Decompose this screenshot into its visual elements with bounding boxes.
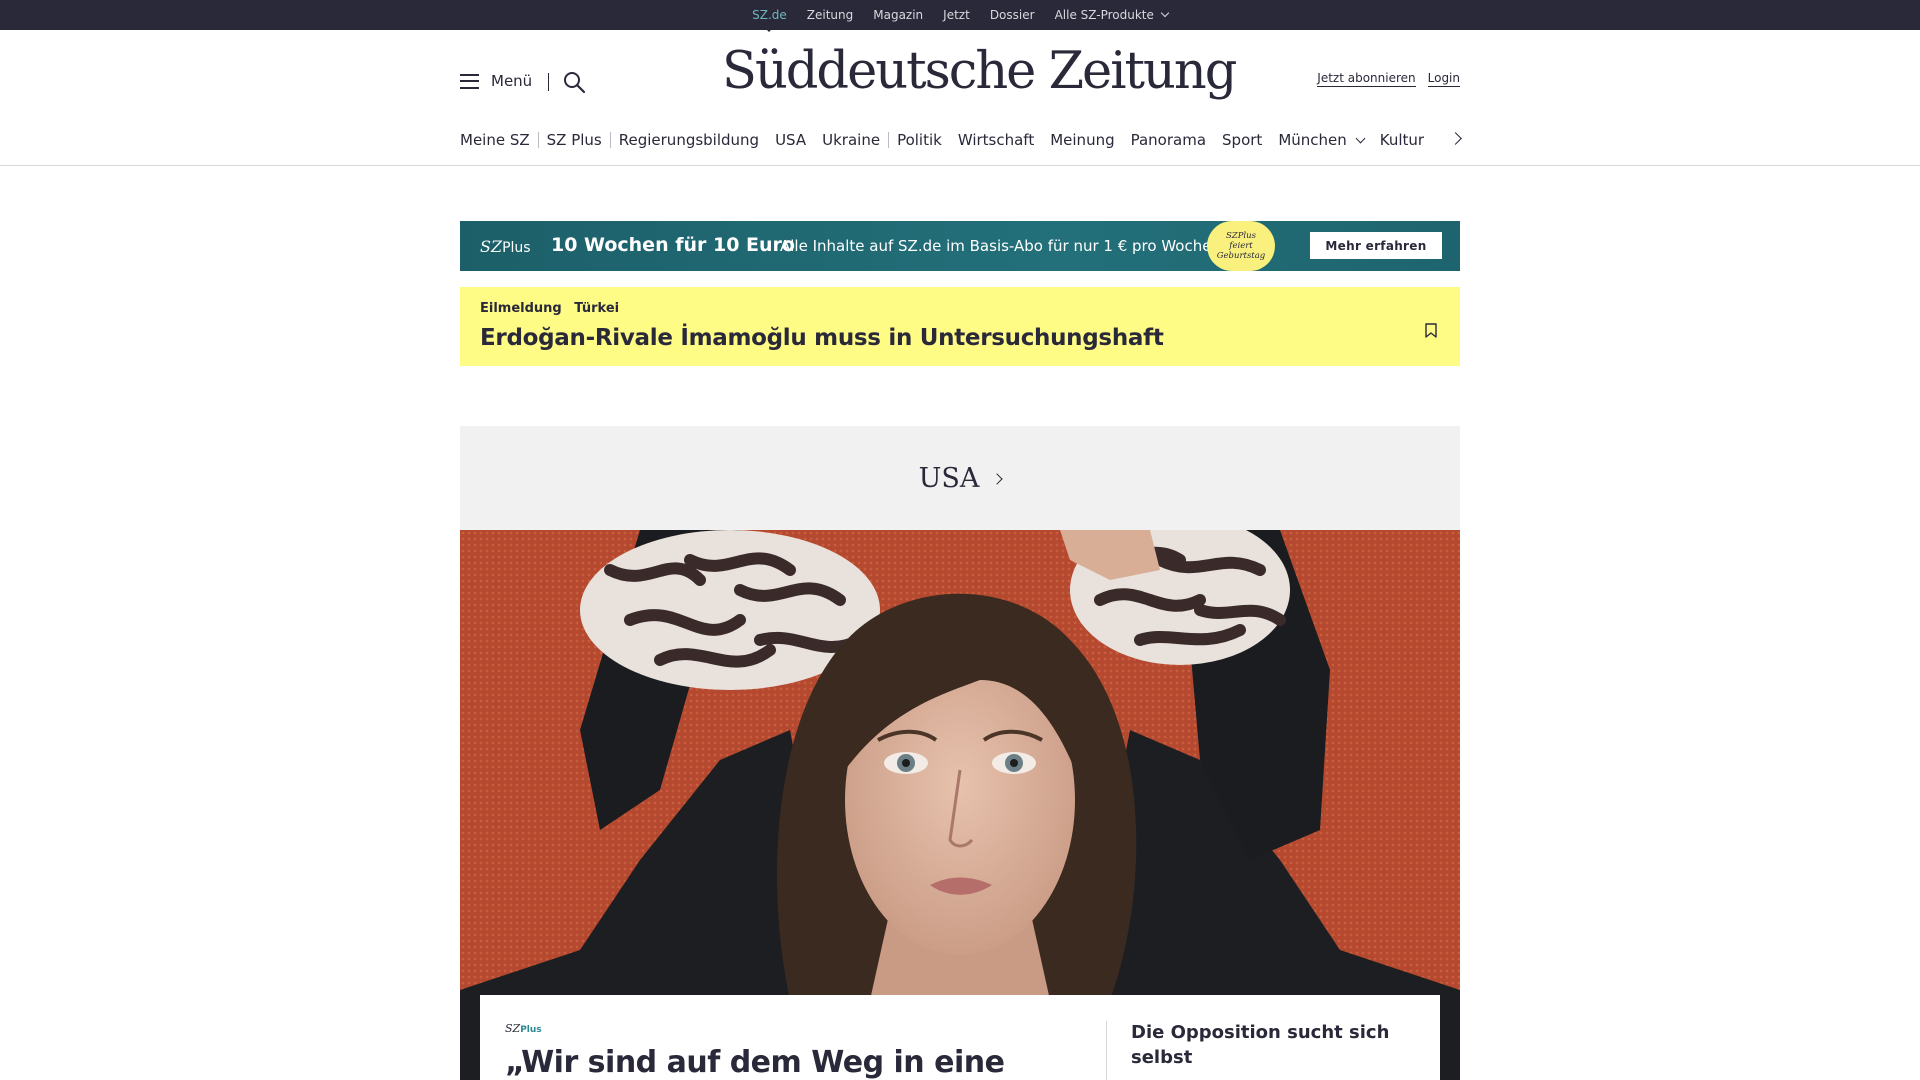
chevron-down-icon bbox=[1160, 8, 1170, 18]
menu-label: Menü bbox=[491, 72, 533, 90]
promo-banner[interactable]: SZPlus 10 Wochen für 10 Euro Alle Inhalt… bbox=[460, 221, 1460, 271]
section-header-usa[interactable]: USA bbox=[460, 426, 1460, 530]
mehr-erfahren-button[interactable]: Mehr erfahren bbox=[1310, 232, 1442, 259]
nav-item-sz-plus[interactable]: SZ Plus bbox=[547, 131, 602, 149]
article-teaser[interactable]: SZPlus „Wir sind auf dem Weg in eine Die… bbox=[480, 995, 1440, 1080]
teaser-headline[interactable]: „Wir sind auf dem Weg in eine bbox=[505, 1045, 1005, 1080]
chevron-right-icon bbox=[991, 473, 1004, 485]
nav-divider bbox=[609, 132, 611, 148]
site-logo[interactable]: Süddeutsche Zeitung bbox=[722, 42, 1237, 101]
breaking-topic: Türkei bbox=[574, 301, 620, 316]
nav-item-panorama[interactable]: Panorama bbox=[1131, 131, 1206, 149]
nav-item-politik[interactable]: Politik bbox=[897, 131, 942, 149]
nav-item-usa[interactable]: USA bbox=[775, 131, 806, 149]
sz-plus-logo-plus: Plus bbox=[502, 240, 531, 256]
product-link-zeitung[interactable]: Zeitung bbox=[807, 8, 853, 22]
nav-item-muenchen-label: München bbox=[1278, 131, 1347, 149]
sz-plus-label-plus: Plus bbox=[520, 1025, 542, 1035]
header-divider bbox=[548, 73, 549, 91]
product-link-dossier[interactable]: Dossier bbox=[990, 8, 1035, 22]
badge-line: feiert bbox=[1229, 241, 1253, 251]
nav-divider bbox=[888, 132, 890, 148]
nav-item-muenchen[interactable]: München bbox=[1278, 131, 1366, 149]
nav-item-wirtschaft[interactable]: Wirtschaft bbox=[958, 131, 1034, 149]
nav-item-sport[interactable]: Sport bbox=[1222, 131, 1262, 149]
sz-plus-logo-sz: SZ bbox=[480, 237, 503, 256]
sz-plus-logo: SZPlus bbox=[480, 237, 531, 256]
promo-text: Alle Inhalte auf SZ.de im Basis-Abo für … bbox=[780, 237, 1217, 255]
nav-divider bbox=[537, 132, 539, 148]
badge-line: Geburtstag bbox=[1216, 251, 1266, 261]
nav-item-meine-sz[interactable]: Meine SZ bbox=[460, 131, 530, 149]
breaking-label: Eilmeldung bbox=[480, 301, 562, 316]
bookmark-icon[interactable] bbox=[1425, 323, 1437, 338]
product-link-alle-produkte[interactable]: Alle SZ-Produkte bbox=[1054, 8, 1170, 22]
product-link-magazin[interactable]: Magazin bbox=[873, 8, 923, 22]
product-link-szde[interactable]: SZ.de bbox=[752, 8, 787, 32]
section-title: USA bbox=[918, 462, 980, 494]
menu-button[interactable]: Menü bbox=[460, 72, 532, 90]
nav-item-ukraine[interactable]: Ukraine bbox=[822, 131, 880, 149]
section-nav: Meine SZ SZ Plus Regierungsbildung USA U… bbox=[460, 128, 1460, 152]
product-link-alle-produkte-label: Alle SZ-Produkte bbox=[1054, 8, 1154, 22]
side-teaser-headline[interactable]: Die Opposition sucht sich selbst bbox=[1131, 1020, 1391, 1070]
nav-item-regierungsbildung[interactable]: Regierungsbildung bbox=[619, 131, 759, 149]
search-icon[interactable] bbox=[562, 70, 586, 94]
sz-plus-label: SZPlus bbox=[505, 1022, 542, 1035]
badge-line: SZPlus bbox=[1225, 231, 1256, 241]
login-link[interactable]: Login bbox=[1427, 71, 1460, 87]
breaking-title[interactable]: Erdoğan-Rivale İmamoğlu muss in Untersuc… bbox=[480, 325, 1164, 351]
product-link-jetzt[interactable]: Jetzt bbox=[943, 8, 970, 22]
teaser-divider bbox=[1106, 1021, 1107, 1080]
nav-item-kultur[interactable]: Kultur bbox=[1380, 131, 1424, 149]
product-bar: SZ.de Zeitung Magazin Jetzt Dossier Alle… bbox=[0, 0, 1920, 32]
hamburger-icon bbox=[460, 73, 479, 89]
sz-plus-label-sz: SZ bbox=[505, 1022, 521, 1035]
chevron-down-icon bbox=[1355, 133, 1366, 144]
birthday-badge: SZPlus feiert Geburtstag bbox=[1207, 221, 1275, 271]
account-links: Jetzt abonnieren Login bbox=[1317, 71, 1460, 87]
nav-item-meinung[interactable]: Meinung bbox=[1050, 131, 1114, 149]
header-rule bbox=[0, 165, 1920, 166]
breaking-news[interactable]: Eilmeldung Türkei Erdoğan-Rivale İmamoğl… bbox=[460, 287, 1460, 366]
promo-headline: 10 Wochen für 10 Euro bbox=[551, 234, 795, 256]
subscribe-link[interactable]: Jetzt abonnieren bbox=[1317, 71, 1416, 87]
breaking-kicker: Eilmeldung Türkei bbox=[480, 301, 619, 316]
site-header: Menü Süddeutsche Zeitung Jetzt abonniere… bbox=[460, 30, 1460, 134]
